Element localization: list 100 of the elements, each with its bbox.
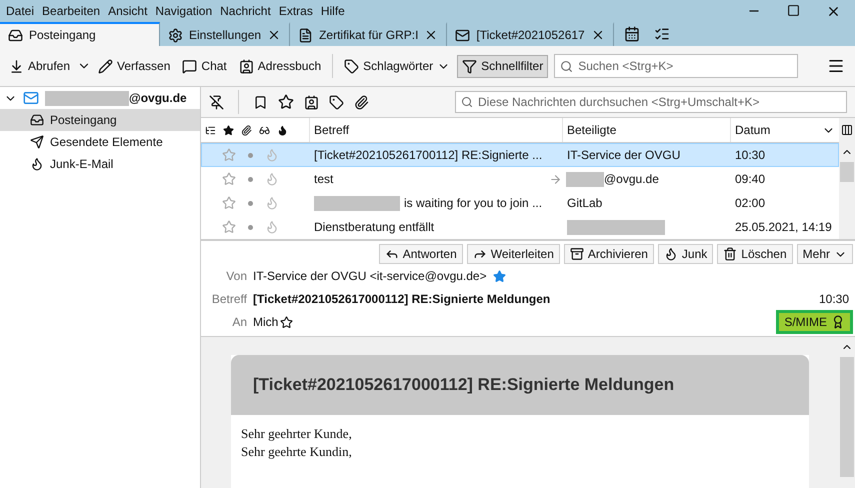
folder-item[interactable]: Posteingang	[0, 109, 200, 131]
folder-label: Junk-E-Mail	[50, 157, 114, 171]
date-text: 25.05.2021, 14:19	[734, 220, 833, 234]
tab-label: Einstellungen	[189, 28, 262, 42]
contact-card-icon[interactable]	[304, 94, 319, 110]
tag-icon[interactable]	[329, 94, 344, 110]
document-icon	[298, 28, 314, 42]
subject-text: [Ticket#2021052617000112] RE:Signierte Meldungen	[253, 292, 550, 306]
glasses-icon[interactable]	[259, 124, 270, 136]
field-label: An	[231, 315, 247, 329]
contact-card-icon	[238, 58, 254, 74]
folder-item[interactable]: Junk-E-Mail	[0, 153, 200, 175]
column-picker-icon[interactable]	[841, 124, 853, 136]
email-heading: [Ticket#2021052617000112] RE:Signierte Meldungen	[231, 355, 809, 415]
field-label: Betreff	[210, 292, 247, 306]
star-icon[interactable]	[223, 124, 234, 136]
subject-text: Dienstberatung entfällt	[314, 220, 434, 234]
checklist-icon[interactable]	[654, 26, 670, 42]
menu-item[interactable]: Extras	[274, 4, 317, 18]
flame-icon	[30, 157, 44, 171]
paperclip-icon[interactable]	[354, 94, 369, 110]
action-button[interactable]: Mehr	[796, 244, 853, 264]
body-text: Sehr geehrter Kunde,	[240, 425, 353, 443]
subject-text: test	[314, 172, 334, 186]
date-text: 02:00	[734, 196, 766, 210]
trash-icon	[723, 247, 738, 261]
chat-icon	[182, 58, 198, 74]
read-dot-icon[interactable]	[248, 224, 253, 230]
filter-field[interactable]: Diese Nachrichten durchsuchen <Strg+Umschalt+K>	[455, 91, 847, 113]
participant-text: IT-Service der OVGU	[567, 148, 680, 162]
maximize-icon[interactable]	[787, 4, 800, 16]
action-button[interactable]: Löschen	[717, 244, 793, 264]
action-button[interactable]: Archivieren	[564, 244, 654, 264]
pin-icon[interactable]	[209, 94, 224, 110]
scrollbar-thumb[interactable]	[840, 162, 854, 182]
sender-text[interactable]: IT-Service der OVGU <it-service@ovgu.de>	[253, 269, 487, 283]
subject-text: is waiting for you to join ...	[404, 196, 542, 210]
participant-text: @ovgu.de	[604, 172, 659, 186]
star-icon[interactable]	[222, 220, 236, 234]
star-icon[interactable]	[222, 148, 236, 162]
tab-label: Posteingang	[29, 28, 97, 42]
date-text: 09:40	[734, 172, 766, 186]
toolbar-button[interactable]: Adressbuch	[234, 54, 326, 78]
time-text: 10:30	[818, 292, 850, 306]
gear-icon	[168, 28, 183, 42]
thread-icon[interactable]	[205, 124, 216, 136]
star-icon[interactable]	[278, 94, 294, 110]
folder-label: Posteingang	[50, 113, 117, 127]
bookmark-icon[interactable]	[253, 94, 268, 110]
menu-item[interactable]: Datei	[2, 4, 38, 18]
column-header[interactable]: Beteiligte	[562, 118, 730, 142]
calendar-icon[interactable]	[624, 26, 640, 42]
envelope-icon	[455, 28, 470, 42]
participant-text: GitLab	[567, 196, 602, 210]
toolbar-button[interactable]: Verfassen	[93, 54, 176, 78]
download-icon	[9, 58, 24, 74]
tag-icon	[344, 58, 360, 74]
message-row[interactable]: [Ticket#202105261700112] RE:Signierte ... IT-Service der OVGU 10:30	[201, 143, 839, 167]
recipient-text[interactable]: Mich	[253, 315, 278, 329]
toolbar-button[interactable]: Schnellfilter	[457, 54, 548, 78]
search-icon	[461, 96, 473, 108]
action-button[interactable]: Weiterleiten	[466, 244, 560, 264]
star-icon[interactable]	[222, 196, 236, 210]
toolbar-button[interactable]: Abrufen	[4, 54, 76, 78]
read-dot-icon[interactable]	[248, 200, 253, 206]
star-icon[interactable]	[492, 270, 506, 282]
scrollbar-thumb[interactable]	[840, 357, 854, 477]
archive-icon	[570, 247, 584, 261]
pencil-icon	[98, 58, 114, 74]
toolbar-button[interactable]: Chat	[177, 54, 232, 78]
account-name[interactable]: @ovgu.de	[129, 91, 187, 105]
menu-item[interactable]: Ansicht	[104, 4, 152, 18]
envelope-icon	[23, 90, 39, 106]
menu-icon[interactable]	[827, 57, 845, 75]
read-dot-icon[interactable]	[248, 176, 253, 182]
menu-item[interactable]: Nachricht	[216, 4, 275, 18]
star-icon[interactable]	[280, 316, 294, 328]
toolbar-button[interactable]: Schlagwörter	[339, 54, 456, 78]
folder-item[interactable]: Gesendete Elemente	[0, 131, 200, 153]
read-dot-icon[interactable]	[248, 152, 253, 158]
field-label: Von	[225, 269, 247, 283]
folder-label: Gesendete Elemente	[50, 135, 163, 149]
smime-badge[interactable]: S/MIME	[776, 310, 853, 334]
action-button[interactable]: Antworten	[378, 244, 463, 264]
search-field[interactable]: Suchen <Strg+K>	[554, 54, 798, 78]
seal-icon	[831, 315, 845, 329]
date-text: 10:30	[734, 148, 766, 162]
star-icon[interactable]	[222, 172, 236, 186]
menu-item[interactable]: Hilfe	[316, 4, 349, 18]
tab-label: Zertifikat für GRP:I	[319, 28, 418, 42]
subject-text: [Ticket#202105261700112] RE:Signierte ...	[314, 148, 542, 162]
paperclip-icon[interactable]	[241, 124, 252, 136]
column-header[interactable]: Betreff	[309, 118, 562, 142]
search-icon	[560, 60, 574, 72]
body-text: Sehr geehrte Kundin,	[240, 443, 353, 461]
menu-item[interactable]: Navigation	[151, 4, 216, 18]
action-button[interactable]: Junk	[658, 244, 714, 264]
flame-icon[interactable]	[277, 124, 288, 136]
menu-item[interactable]: Bearbeiten	[38, 4, 104, 18]
tab[interactable]: Posteingang	[0, 22, 160, 46]
